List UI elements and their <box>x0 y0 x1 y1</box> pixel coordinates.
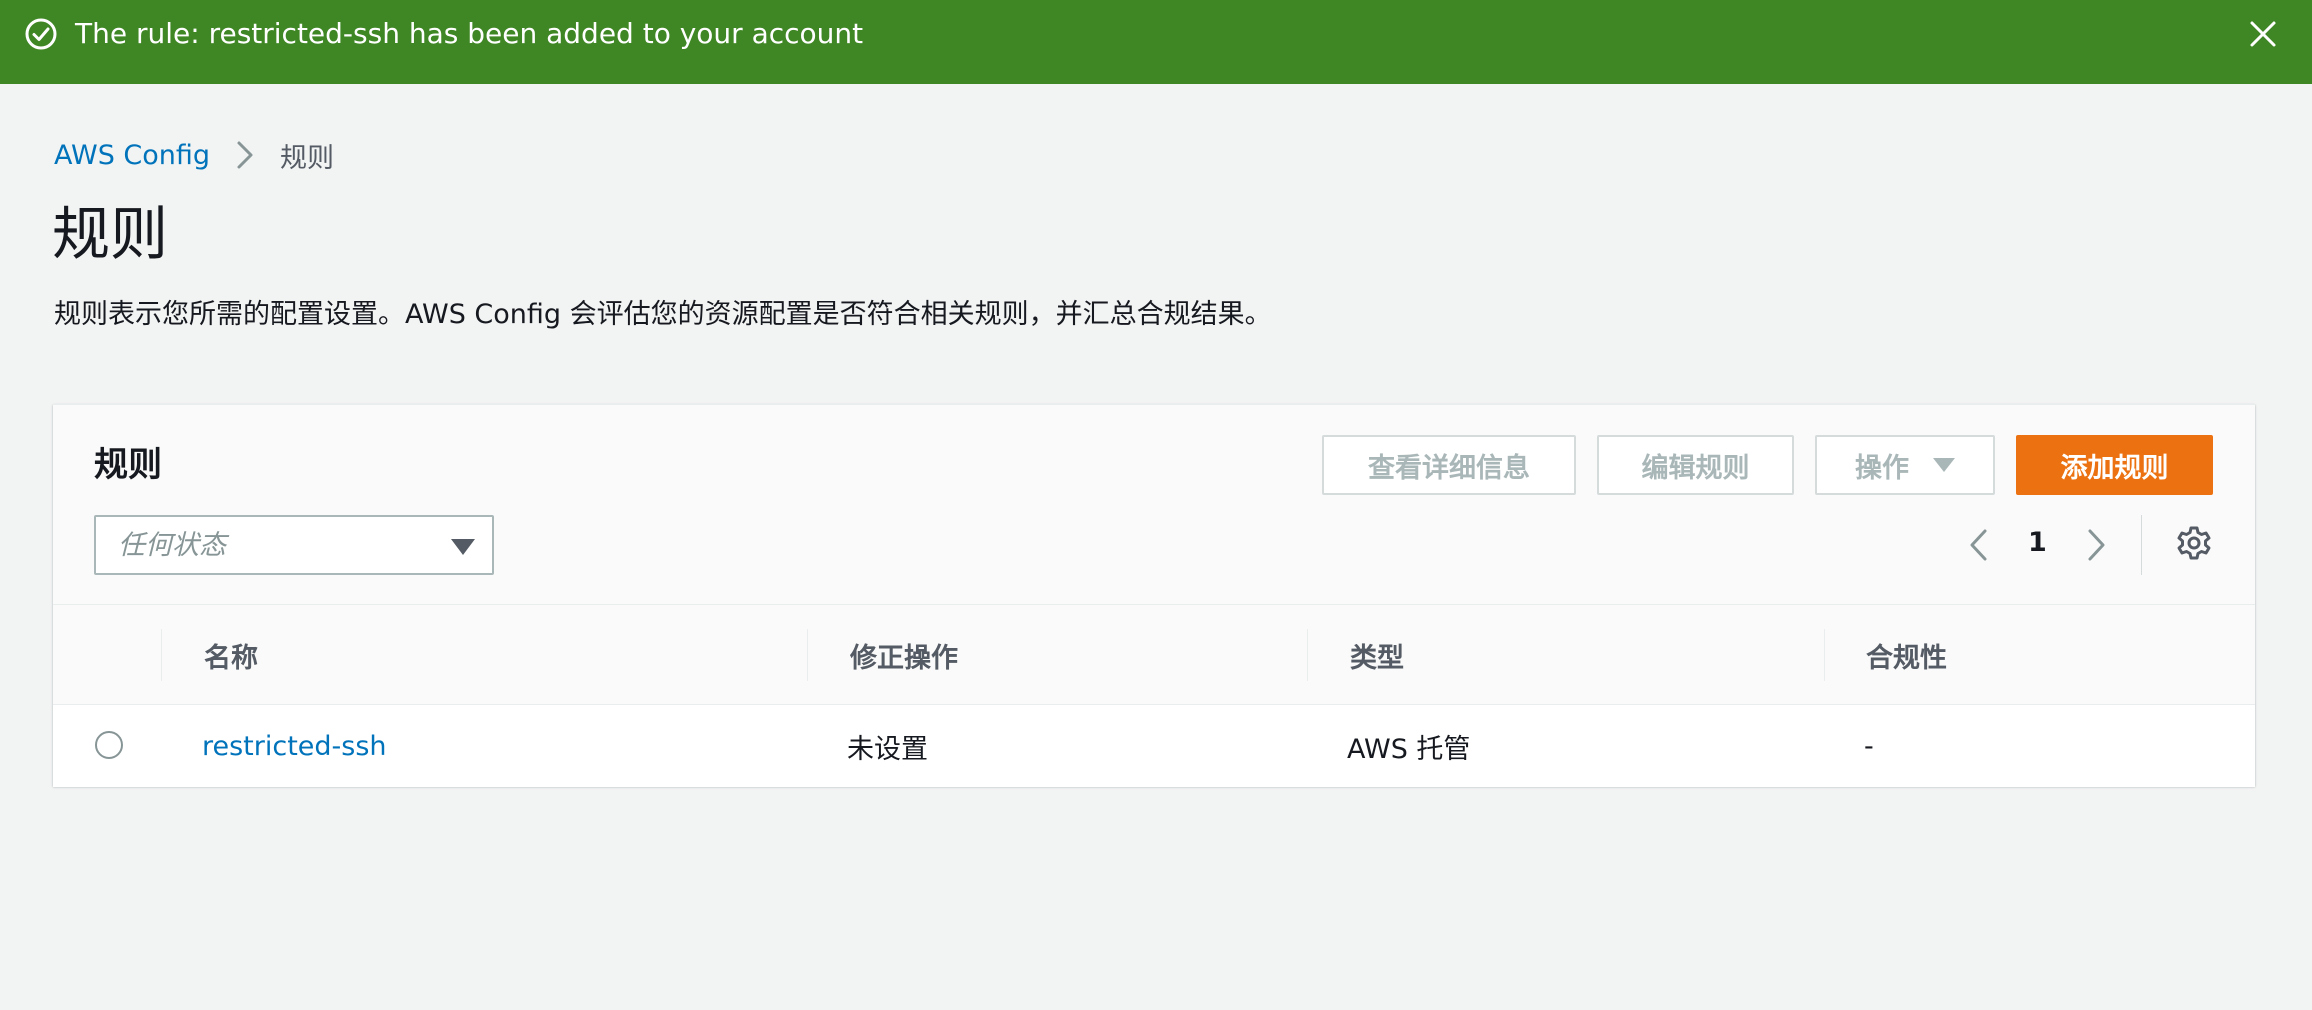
compliance-cell: - <box>1864 730 1874 762</box>
close-icon[interactable] <box>2246 17 2280 51</box>
column-divider <box>1307 629 1308 681</box>
breadcrumb-aws-config-link[interactable]: AWS Config <box>54 140 210 171</box>
chevron-right-icon[interactable] <box>2085 527 2109 563</box>
breadcrumb-current: 规则 <box>280 142 335 174</box>
chevron-right-icon <box>237 141 253 169</box>
remediation-cell: 未设置 <box>847 733 928 765</box>
edit-rule-label: 编辑规则 <box>1641 452 1750 484</box>
panel-title: 规则 <box>94 445 162 485</box>
row-select-radio[interactable] <box>95 731 123 759</box>
page-title: 规则 <box>52 200 169 268</box>
rule-name-link[interactable]: restricted-ssh <box>202 705 387 787</box>
pagination-current-page[interactable]: 1 <box>2028 523 2047 563</box>
column-divider <box>1824 629 1825 681</box>
actions-label: 操作 <box>1855 452 1909 484</box>
table-row[interactable]: restricted-ssh 未设置 AWS 托管 - <box>53 705 2255 787</box>
view-details-label: 查看详细信息 <box>1368 452 1530 484</box>
column-divider <box>807 629 808 681</box>
panel-header: 规则 查看详细信息 编辑规则 操作 添加规则 任何状态 1 <box>53 405 2255 605</box>
column-divider <box>161 629 162 681</box>
pagination-divider <box>2141 515 2142 575</box>
check-circle-icon <box>25 18 57 50</box>
flash-message: The rule: restricted-ssh has been added … <box>75 17 864 50</box>
table-header: 名称 修正操作 类型 合规性 <box>53 605 2255 705</box>
view-details-button[interactable]: 查看详细信息 <box>1322 435 1576 495</box>
actions-dropdown-button[interactable]: 操作 <box>1815 435 1995 495</box>
type-cell: AWS 托管 <box>1347 733 1471 765</box>
edit-rule-button[interactable]: 编辑规则 <box>1597 435 1794 495</box>
add-rule-button[interactable]: 添加规则 <box>2016 435 2213 495</box>
column-header-type[interactable]: 类型 <box>1350 605 1404 705</box>
rules-table-panel: 规则 查看详细信息 编辑规则 操作 添加规则 任何状态 1 名称 修正操作 类型… <box>53 404 2255 787</box>
page-description: 规则表示您所需的配置设置。AWS Config 会评估您的资源配置是否符合相关规… <box>54 299 1272 330</box>
gear-icon[interactable] <box>2176 525 2212 561</box>
breadcrumb: AWS Config 规则 <box>54 135 334 175</box>
column-header-compliance[interactable]: 合规性 <box>1866 605 1947 705</box>
caret-down-icon <box>1933 458 1955 472</box>
success-flash-banner: The rule: restricted-ssh has been added … <box>0 0 2312 84</box>
column-header-name[interactable]: 名称 <box>204 605 258 705</box>
caret-down-icon <box>451 539 475 555</box>
status-filter-select[interactable]: 任何状态 <box>94 515 494 575</box>
status-filter-placeholder: 任何状态 <box>118 530 226 561</box>
add-rule-label: 添加规则 <box>2060 452 2169 484</box>
column-header-remediation[interactable]: 修正操作 <box>850 605 958 705</box>
chevron-left-icon[interactable] <box>1966 527 1990 563</box>
